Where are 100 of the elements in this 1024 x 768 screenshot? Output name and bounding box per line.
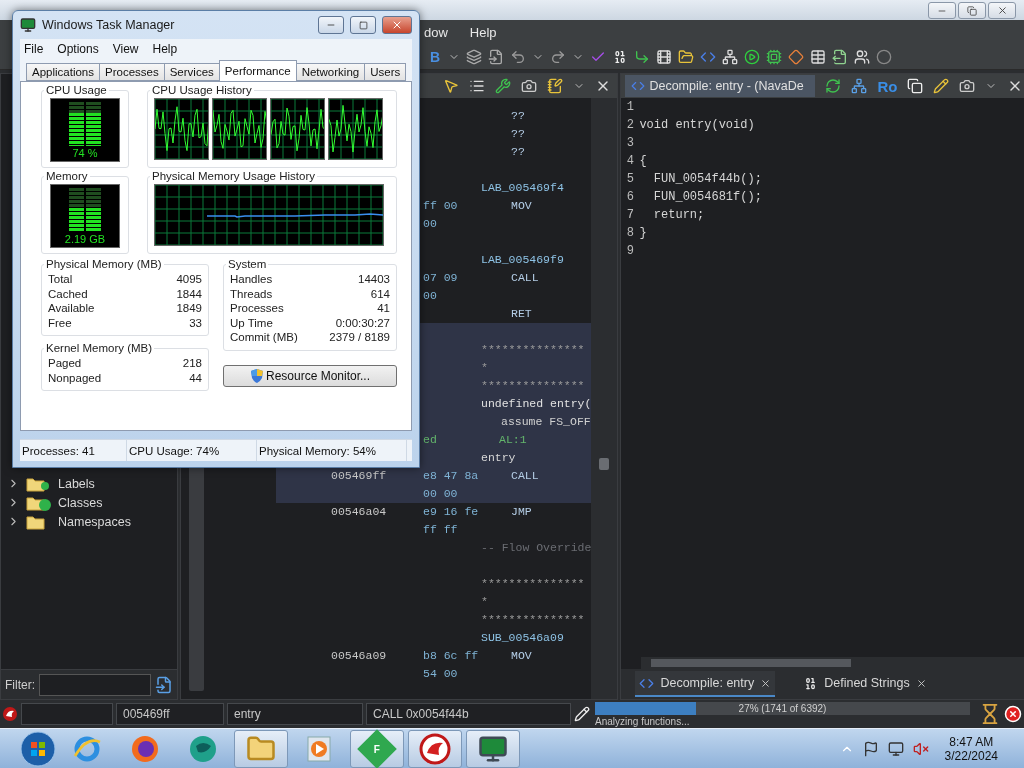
tree-item[interactable]: Namespaces [1, 512, 177, 531]
globe-icon [188, 733, 218, 764]
play-icon[interactable] [744, 48, 761, 65]
line-number: 5 [625, 172, 635, 186]
list-icon[interactable] [469, 78, 486, 94]
media-player-icon [304, 733, 334, 764]
listing-row[interactable]: 00 00 [276, 485, 592, 503]
menu-item[interactable]: dow [424, 24, 448, 40]
menu-item[interactable]: View [112, 42, 139, 56]
close-button[interactable] [988, 2, 1016, 19]
copy-icon[interactable] [907, 78, 924, 94]
line-number: 9 [625, 244, 635, 258]
status-text: Physical Memory: 54% [257, 440, 407, 461]
browser-icon [130, 733, 160, 764]
tree-label: Namespaces [58, 514, 131, 529]
users-icon[interactable] [854, 48, 871, 65]
comment-text: *************** * *************** [481, 342, 585, 394]
status-field: entry [227, 703, 363, 725]
bytes-text: ff ff [423, 522, 458, 538]
scrollbar-thumb[interactable] [651, 659, 852, 667]
speaker-muted-icon[interactable] [912, 740, 929, 757]
tree-icon[interactable] [851, 78, 868, 94]
taskbar-button[interactable] [466, 729, 520, 768]
flag-icon[interactable] [862, 740, 879, 757]
start-button[interactable] [20, 730, 56, 767]
tab[interactable]: Applications [26, 63, 100, 81]
tree-item[interactable]: Classes [1, 493, 177, 512]
maximize-button[interactable] [350, 16, 376, 34]
tab[interactable]: Networking [295, 63, 366, 81]
listing-row[interactable]: 005469ff e8 47 8a CALL [276, 467, 592, 485]
restore-button[interactable] [958, 2, 986, 19]
group-title: Memory [45, 170, 89, 182]
minimize-button[interactable] [928, 2, 956, 19]
tab[interactable]: Users [364, 63, 407, 81]
circle-icon[interactable] [876, 48, 893, 65]
notebook-icon[interactable] [547, 78, 564, 94]
tree-item[interactable]: Labels [1, 474, 177, 493]
instruction-text: CALL [511, 468, 539, 484]
clock[interactable]: 8:47 AM 3/22/2024 [944, 734, 998, 763]
arrow-icon[interactable] [634, 48, 651, 65]
bytes-text: b8 6c ff [423, 648, 479, 664]
stat-value: 44 [189, 371, 202, 384]
code-text: FUN_0054f44b(); [652, 172, 762, 186]
tab[interactable]: Performance [218, 60, 297, 81]
close-icon [996, 5, 1008, 16]
table-icon[interactable] [810, 48, 827, 65]
close-icon[interactable] [760, 677, 772, 689]
stat-label: Free [48, 316, 72, 329]
taskbar-button[interactable] [408, 729, 462, 768]
panel-tab[interactable]: Decompile: entry [635, 671, 776, 697]
cancel-icon[interactable] [1004, 705, 1022, 723]
cursor-icon[interactable] [443, 78, 460, 94]
resource-monitor-button[interactable]: Resource Monitor... [223, 364, 397, 387]
status-field: CALL 0x0054f44b [366, 703, 571, 725]
status-text: CPU Usage: 74% [127, 440, 257, 461]
line-number: 7 [625, 208, 635, 222]
menu-item[interactable]: File [24, 42, 44, 56]
edit-icon[interactable] [933, 78, 950, 94]
minimize-button[interactable] [318, 16, 344, 34]
film-icon[interactable] [656, 48, 673, 65]
menu-item[interactable]: Help [469, 24, 497, 40]
app-icon [20, 17, 36, 33]
flow-text: -- Flow Override [481, 540, 592, 556]
tab[interactable]: Services [163, 63, 220, 81]
folder-icon[interactable] [678, 48, 695, 65]
scrollbar-thumb[interactable] [599, 458, 610, 470]
filter-options-icon[interactable] [155, 675, 173, 694]
tab[interactable]: Processes [99, 63, 165, 81]
close-button[interactable] [382, 16, 412, 34]
group-title: CPU Usage History [151, 84, 253, 96]
stat-label: Nonpaged [48, 371, 102, 384]
undo-icon[interactable] [510, 48, 527, 65]
redo-icon[interactable] [550, 48, 567, 65]
address-text: 00546a04 [331, 504, 387, 520]
tree-icon[interactable] [722, 48, 739, 65]
camera-icon[interactable] [521, 78, 538, 94]
filter-label: Filter: [5, 677, 35, 692]
usage-reading: 2.19 GB [64, 233, 106, 245]
filter-field[interactable] [39, 673, 151, 696]
menu-item[interactable]: Help [152, 42, 178, 56]
diamond-icon[interactable] [788, 48, 805, 65]
camera-icon[interactable] [959, 78, 976, 94]
stat-value: 14403 [358, 273, 390, 286]
group-title: Kernel Memory (MB) [45, 342, 154, 354]
export-icon[interactable] [832, 48, 849, 65]
decompiler-tab[interactable]: Decompile: entry - (NavaDe [625, 75, 816, 97]
chip-icon[interactable] [766, 48, 783, 65]
network-icon[interactable] [887, 740, 904, 757]
code-text: } [639, 226, 647, 240]
folder-icon [26, 494, 52, 511]
refresh-icon[interactable] [825, 78, 842, 94]
stack-icon[interactable] [466, 48, 483, 65]
close-icon [391, 19, 403, 31]
bytes-text: 07 09 [423, 270, 458, 286]
tool-icon[interactable] [495, 78, 512, 94]
stat-label: Up Time [230, 316, 273, 329]
document-icon[interactable] [488, 48, 505, 65]
close-icon[interactable] [915, 677, 927, 689]
shield-icon [249, 367, 264, 384]
menu-item[interactable]: Options [57, 42, 99, 56]
